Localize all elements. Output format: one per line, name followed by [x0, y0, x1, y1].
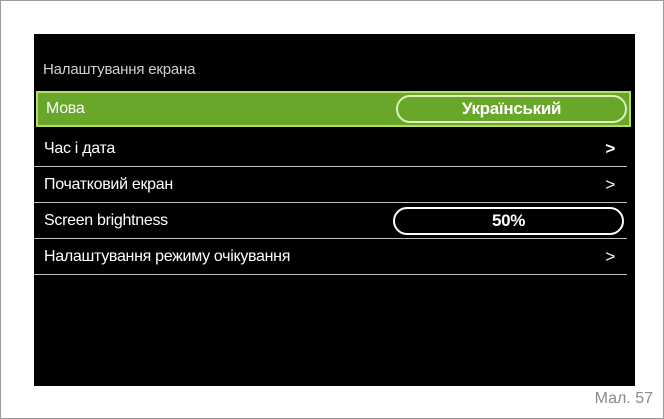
language-selector[interactable]: Український — [396, 95, 627, 123]
chevron-right-icon: > — [605, 139, 615, 158]
screen-brightness-label: Screen brightness — [44, 212, 168, 229]
menu-row-standby-settings[interactable]: Налаштування режиму очікування > — [34, 239, 629, 275]
menu-row-screen-brightness[interactable]: Screen brightness 50% — [34, 203, 629, 239]
standby-settings-label: Налаштування режиму очікування — [44, 248, 291, 265]
figure-caption: Мал. 57 — [594, 390, 653, 407]
chevron-right-icon: > — [605, 247, 615, 266]
menu-row-time-date[interactable]: Час і дата > — [34, 131, 629, 167]
time-date-label: Час і дата — [44, 140, 115, 157]
chevron-right-icon: > — [605, 175, 615, 194]
brightness-value-field[interactable]: 50% — [393, 207, 624, 235]
screen-title: Налаштування екрана — [43, 61, 196, 78]
device-screen: Налаштування екрана Мова Український Час… — [34, 34, 635, 386]
menu-row-language[interactable]: Мова Український — [36, 91, 631, 127]
menu-row-start-screen[interactable]: Початковий екран > — [34, 167, 629, 203]
figure-frame: Налаштування екрана Мова Український Час… — [0, 0, 664, 419]
start-screen-label: Початковий екран — [44, 176, 173, 193]
row-divider — [34, 274, 627, 275]
language-label: Мова — [46, 100, 85, 117]
